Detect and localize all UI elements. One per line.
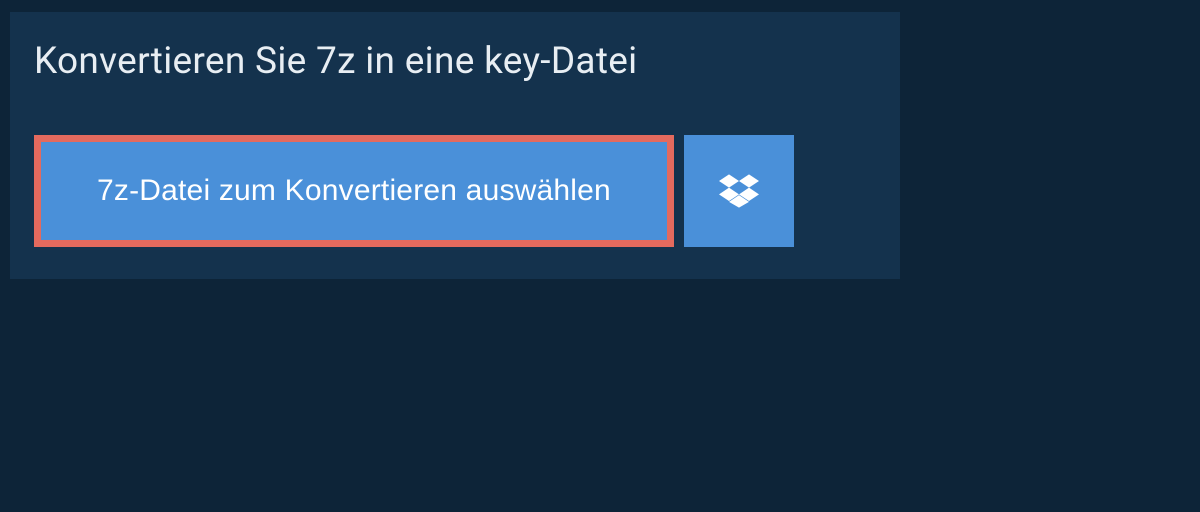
title-container: Konvertieren Sie 7z in eine key-Datei [10, 12, 673, 107]
dropbox-button[interactable] [684, 135, 794, 247]
dropbox-icon [719, 171, 759, 211]
converter-panel: Konvertieren Sie 7z in eine key-Datei 7z… [10, 12, 900, 279]
select-file-button[interactable]: 7z-Datei zum Konvertieren auswählen [41, 142, 667, 240]
select-file-label: 7z-Datei zum Konvertieren auswählen [97, 174, 611, 208]
action-row: 7z-Datei zum Konvertieren auswählen [34, 135, 900, 247]
highlight-frame: 7z-Datei zum Konvertieren auswählen [34, 135, 674, 247]
page-title: Konvertieren Sie 7z in eine key-Datei [34, 40, 637, 83]
